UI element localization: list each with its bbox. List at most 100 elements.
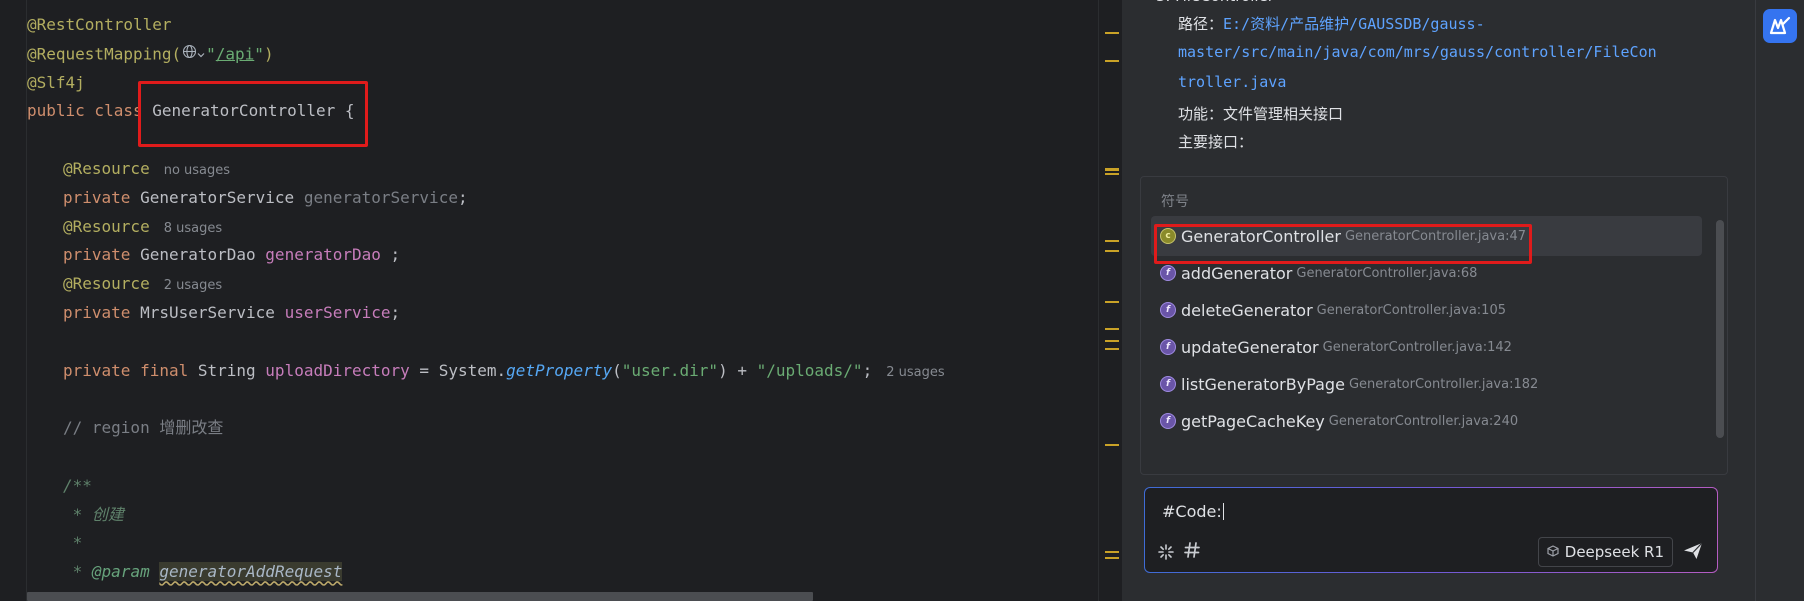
code-token: private final — [63, 360, 198, 380]
usage-hint[interactable]: 8 usages — [164, 221, 222, 236]
file-path-link[interactable]: master/src/main/java/com/mrs/gauss/contr… — [1178, 43, 1657, 61]
code-token: = System. — [409, 360, 507, 380]
symbol-item[interactable]: f deleteGenerator GeneratorController.java… — [1151, 290, 1702, 330]
code-line[interactable]: private MrsUserService userService; — [63, 298, 400, 327]
code-token: "/uploads/" — [756, 360, 863, 380]
marker[interactable] — [1105, 60, 1119, 62]
editor-marker-stripe[interactable] — [1098, 0, 1123, 601]
symbol-location: GeneratorController.java:142 — [1322, 339, 1512, 355]
code-token: GeneratorController { — [152, 101, 355, 121]
code-token: ( — [612, 360, 622, 380]
path-line-2: master/src/main/java/com/mrs/gauss/contr… — [1178, 38, 1657, 66]
code-token: GeneratorDao — [140, 245, 266, 265]
marker[interactable] — [1105, 32, 1119, 34]
marker[interactable] — [1105, 301, 1119, 303]
cube-icon — [1547, 544, 1559, 560]
code-line[interactable]: * 创建 — [63, 500, 124, 529]
code-token: /** — [63, 475, 92, 495]
usage-hint[interactable]: no usages — [164, 163, 230, 178]
code-token: /api — [215, 44, 255, 64]
chat-input[interactable]: #Code: — [1162, 502, 1224, 521]
function-icon: f — [1160, 376, 1176, 392]
marker[interactable] — [1105, 240, 1119, 242]
code-line[interactable]: @Resource 2 usages — [63, 269, 222, 298]
marker[interactable] — [1105, 340, 1119, 342]
symbol-location: GeneratorController.java:47 — [1344, 228, 1527, 244]
symbol-name: GeneratorController — [1181, 226, 1341, 246]
globe-icon[interactable] — [182, 39, 205, 68]
path-line-1: 路径：E:/资料/产品维护/GAUSSDB/gauss- — [1178, 10, 1485, 38]
function-icon: f — [1160, 413, 1176, 429]
code-token: @RestController — [27, 15, 172, 34]
marker[interactable] — [1105, 250, 1119, 252]
model-label: Deepseek R1 — [1564, 543, 1664, 561]
marker[interactable] — [1105, 557, 1119, 559]
code-token: ) + — [718, 360, 757, 380]
code-line[interactable]: @RequestMapping("/api") — [27, 39, 274, 68]
code-editor[interactable]: @RestController @RequestMapping("/api") @S… — [0, 0, 1098, 601]
file-path-link[interactable]: E:/资料/产品维护/GAUSSDB/gauss- — [1223, 15, 1485, 33]
sparkle-icon[interactable] — [1157, 543, 1175, 566]
section-heading: 3. FileController — [1156, 0, 1274, 10]
symbol-item[interactable]: f updateGenerator GeneratorController.java… — [1151, 327, 1702, 367]
code-line[interactable]: @RestController — [27, 10, 172, 39]
code-token: MrsUserService — [140, 303, 285, 322]
code-token: @Resource — [63, 216, 150, 236]
code-token: private — [63, 303, 141, 322]
marker[interactable] — [1105, 328, 1119, 330]
code-line[interactable]: // region 增删改查 — [63, 413, 223, 442]
code-token: generatorService — [303, 187, 458, 207]
symbol-name: deleteGenerator — [1181, 300, 1313, 320]
code-token: public class — [27, 101, 153, 121]
main-api-label: 主要接口： — [1178, 133, 1254, 151]
symbol-item[interactable]: f listGeneratorByPage GeneratorController.… — [1151, 364, 1702, 404]
ai-chat-panel: 3. FileController 路径：E:/资料/产品维护/GAUSSDB/… — [1122, 0, 1755, 601]
marker[interactable] — [1105, 168, 1119, 171]
code-token: // region 增删改查 — [63, 418, 224, 438]
code-line[interactable]: * @param generatorAddRequest — [63, 557, 343, 586]
code-token: generatorAddRequest — [159, 562, 343, 582]
marker[interactable] — [1105, 444, 1119, 446]
code-line[interactable]: private GeneratorDao generatorDao ; — [63, 240, 400, 269]
code-token: " — [206, 44, 216, 64]
symbol-item[interactable]: f addGenerator GeneratorController.java:68 — [1151, 253, 1702, 293]
code-token: GeneratorService — [140, 187, 304, 207]
code-token: * — [63, 533, 83, 553]
symbol-name: listGeneratorByPage — [1181, 374, 1345, 394]
marker[interactable] — [1105, 173, 1119, 175]
code-line[interactable]: * — [63, 528, 83, 557]
hash-icon[interactable] — [1183, 541, 1201, 564]
file-path-link[interactable]: troller.java — [1178, 73, 1286, 91]
popup-scrollbar[interactable] — [1716, 220, 1724, 438]
popup-header: 符号 — [1161, 194, 1189, 210]
code-line[interactable]: @Slf4j — [27, 68, 85, 97]
model-selector-button[interactable]: Deepseek R1 — [1537, 537, 1673, 567]
code-token: ; — [862, 360, 873, 380]
function-icon: f — [1160, 339, 1176, 355]
symbol-name: getPageCacheKey — [1181, 411, 1325, 431]
send-icon[interactable] — [1683, 542, 1703, 564]
code-token: private — [63, 187, 141, 207]
symbol-name: updateGenerator — [1181, 337, 1319, 357]
code-line[interactable]: @Resource no usages — [63, 154, 230, 183]
code-line[interactable]: @Resource 8 usages — [63, 212, 222, 241]
code-token: ; — [390, 303, 401, 322]
code-token: " — [254, 44, 264, 64]
marker[interactable] — [1105, 348, 1119, 350]
code-line[interactable]: /** — [63, 471, 92, 500]
function-description: 功能：文件管理相关接口 — [1178, 105, 1344, 123]
code-line[interactable]: private GeneratorService generatorServic… — [63, 183, 468, 212]
usage-hint[interactable]: 2 usages — [164, 278, 222, 293]
marker[interactable] — [1105, 551, 1119, 553]
symbol-item[interactable]: f getPageCacheKey GeneratorController.java… — [1151, 401, 1702, 441]
code-line[interactable]: private final String uploadDirectory = S… — [63, 356, 945, 385]
usage-hint[interactable]: 2 usages — [886, 365, 944, 380]
ai-assistant-icon[interactable] — [1763, 9, 1797, 43]
symbol-item[interactable]: c GeneratorController GeneratorController.… — [1151, 216, 1702, 256]
horizontal-scrollbar[interactable] — [27, 592, 813, 601]
path-line-3: troller.java — [1178, 68, 1286, 96]
code-line[interactable]: public class GeneratorController { — [27, 96, 355, 125]
code-token: @Slf4j — [27, 72, 85, 92]
chat-input-box[interactable]: #Code: Deepseek R1 — [1144, 487, 1718, 573]
